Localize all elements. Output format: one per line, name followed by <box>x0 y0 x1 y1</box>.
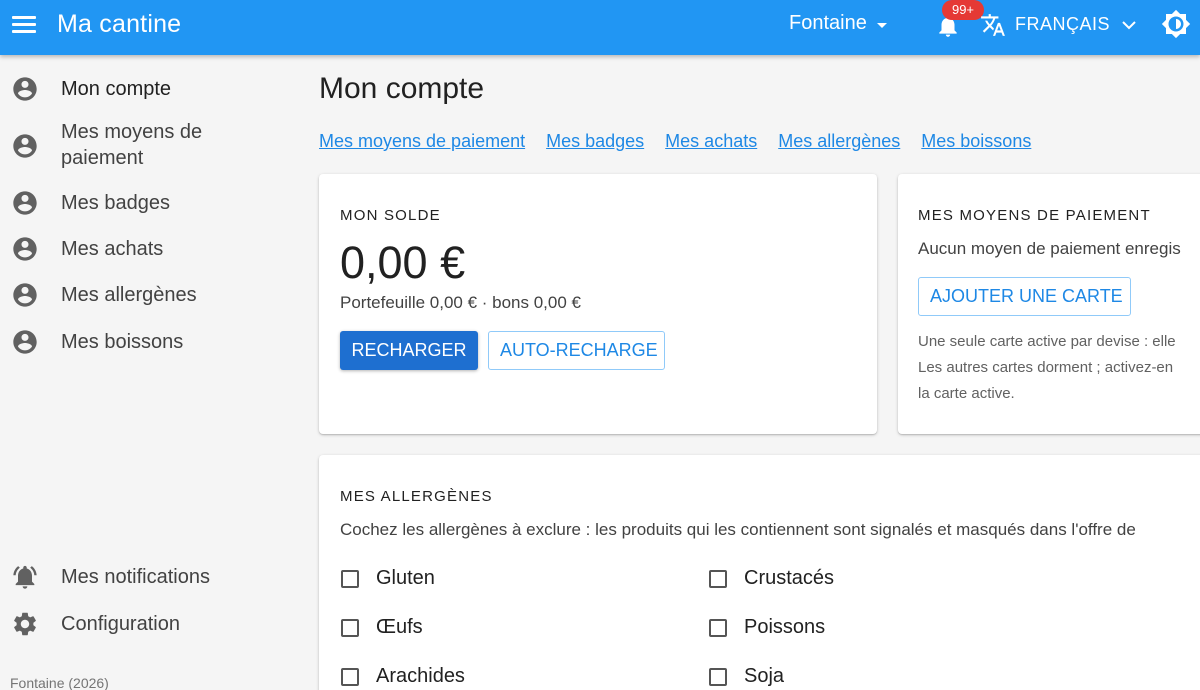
sidebar-item-badges[interactable]: Mes badges <box>0 189 300 217</box>
account-circle-icon <box>13 134 37 158</box>
language-selector-label: FRANÇAIS <box>1015 14 1111 34</box>
allergen-checkbox-gluten[interactable]: Gluten <box>341 567 435 590</box>
allergen-label: Arachides <box>376 665 465 687</box>
link-achats[interactable]: Mes achats <box>665 131 757 152</box>
sidebar: Mon compte Mes moyens de paiement Mes ba… <box>0 55 300 690</box>
chevron-down-icon <box>1122 20 1136 29</box>
checkbox[interactable] <box>709 569 727 588</box>
allergen-checkbox-soja[interactable]: Soja <box>709 665 784 688</box>
sidebar-item-achats[interactable]: Mes achats <box>0 235 300 263</box>
auto-recharge-button[interactable]: AUTO-RECHARGE <box>488 331 665 370</box>
theme-toggle-icon[interactable] <box>1161 9 1191 39</box>
app-bar: Ma cantine Fontaine 99+ FRANÇAIS <box>0 0 1200 55</box>
bell-ring-icon <box>13 565 37 589</box>
sidebar-item-boissons[interactable]: Mes boissons <box>0 328 300 356</box>
add-card-button[interactable]: AJOUTER UNE CARTE <box>918 277 1131 316</box>
allergens-card-title: MES ALLERGÈNES <box>340 488 493 505</box>
allergens-card: MES ALLERGÈNES Cochez les allergènes à e… <box>319 455 1200 690</box>
gear-icon <box>14 612 36 636</box>
sidebar-footer: Fontaine (2026) <box>10 675 109 690</box>
link-allergenes[interactable]: Mes allergènes <box>778 131 900 152</box>
allergen-checkbox-oeufs[interactable]: Œufs <box>341 616 423 639</box>
notification-count-badge: 99+ <box>942 0 984 20</box>
allergen-checkbox-poissons[interactable]: Poissons <box>709 616 825 639</box>
payment-empty-text: Aucun moyen de paiement enregis <box>918 239 1181 258</box>
sidebar-item-label: Mes boissons <box>61 331 184 353</box>
sidebar-item-allergenes[interactable]: Mes allergènes <box>0 281 300 309</box>
link-boissons[interactable]: Mes boissons <box>921 131 1031 152</box>
allergens-description: Cochez les allergènes à exclure : les pr… <box>340 520 1136 539</box>
translate-icon <box>980 12 1006 38</box>
link-badges[interactable]: Mes badges <box>546 131 644 152</box>
payment-methods-card: MES MOYENS DE PAIEMENT Aucun moyen de pa… <box>898 174 1200 434</box>
sidebar-item-label: Mes moyens de paiement <box>61 121 203 169</box>
recharge-button[interactable]: RECHARGER <box>340 331 478 370</box>
checkbox[interactable] <box>341 569 359 588</box>
sidebar-item-configuration[interactable]: Configuration <box>0 610 300 638</box>
balance-card-title: MON SOLDE <box>340 207 441 224</box>
language-selector[interactable]: FRANÇAIS <box>1015 14 1136 35</box>
checkbox[interactable] <box>709 618 727 637</box>
allergen-label: Œufs <box>376 616 423 638</box>
sidebar-item-notifications[interactable]: Mes notifications <box>0 563 300 591</box>
payment-note-line: Les autres cartes dorment ; activez-en <box>918 359 1174 376</box>
checkbox[interactable] <box>341 618 359 637</box>
checkbox[interactable] <box>709 667 727 686</box>
payment-note-line: Une seule carte active par devise : elle <box>918 333 1176 350</box>
account-circle-icon <box>13 237 37 261</box>
payment-card-title: MES MOYENS DE PAIEMENT <box>918 207 1151 224</box>
allergen-label: Gluten <box>376 567 435 589</box>
sidebar-item-label: Mes allergènes <box>61 284 197 306</box>
sidebar-item-label: Mes notifications <box>61 566 210 588</box>
account-circle-icon <box>13 283 37 307</box>
allergen-label: Poissons <box>744 616 826 638</box>
app-title: Ma cantine <box>57 10 182 38</box>
account-circle-icon <box>13 77 37 101</box>
sidebar-item-label: Mes badges <box>61 192 170 214</box>
account-circle-icon <box>13 330 37 354</box>
page-title: Mon compte <box>319 72 485 105</box>
sidebar-item-mon-compte[interactable]: Mon compte <box>0 75 300 103</box>
sidebar-item-moyens-paiement[interactable]: Mes moyens de paiement <box>0 121 300 169</box>
balance-amount: 0,00 € <box>340 237 466 288</box>
allergen-label: Crustacés <box>744 567 835 589</box>
site-selector[interactable]: Fontaine <box>789 12 887 35</box>
allergen-checkbox-arachides[interactable]: Arachides <box>341 665 465 688</box>
sidebar-item-label: Configuration <box>61 613 180 635</box>
balance-detail: Portefeuille 0,00 € · bons 0,00 € <box>340 293 581 312</box>
site-selector-label: Fontaine <box>789 12 867 34</box>
payment-note: Une seule carte active par devise : elle… <box>918 329 1176 407</box>
link-moyens-paiement[interactable]: Mes moyens de paiement <box>319 131 525 152</box>
payment-note-line: la carte active. <box>918 385 1015 402</box>
sidebar-item-label: Mes achats <box>61 238 164 260</box>
sidebar-item-label: Mon compte <box>61 78 172 100</box>
checkbox[interactable] <box>341 667 359 686</box>
allergen-label: Soja <box>744 665 785 687</box>
allergen-checkbox-crustaces[interactable]: Crustacés <box>709 567 834 590</box>
main-content: Mon compte Mes moyens de paiement Mes ba… <box>300 55 1200 690</box>
caret-down-icon <box>876 22 887 28</box>
balance-card: MON SOLDE 0,00 € Portefeuille 0,00 € · b… <box>319 174 877 434</box>
account-circle-icon <box>13 191 37 215</box>
hamburger-menu-icon[interactable] <box>12 14 38 36</box>
section-links: Mes moyens de paiement Mes badges Mes ac… <box>319 131 1031 152</box>
